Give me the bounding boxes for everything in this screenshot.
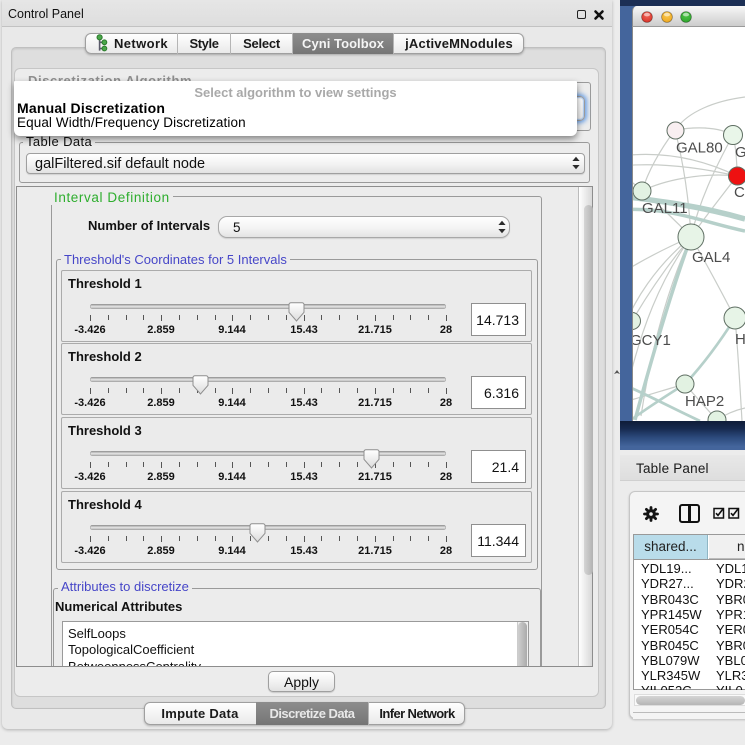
svg-text:GAL80: GAL80 bbox=[676, 140, 723, 157]
svg-text:C: C bbox=[734, 184, 745, 201]
svg-text:GA: GA bbox=[735, 144, 745, 161]
svg-text:GCY1: GCY1 bbox=[633, 332, 671, 349]
svg-text:GAL4: GAL4 bbox=[692, 249, 730, 266]
svg-text:GAL11: GAL11 bbox=[642, 200, 688, 217]
svg-text:H: H bbox=[735, 331, 745, 348]
svg-text:HAP2: HAP2 bbox=[685, 393, 724, 410]
